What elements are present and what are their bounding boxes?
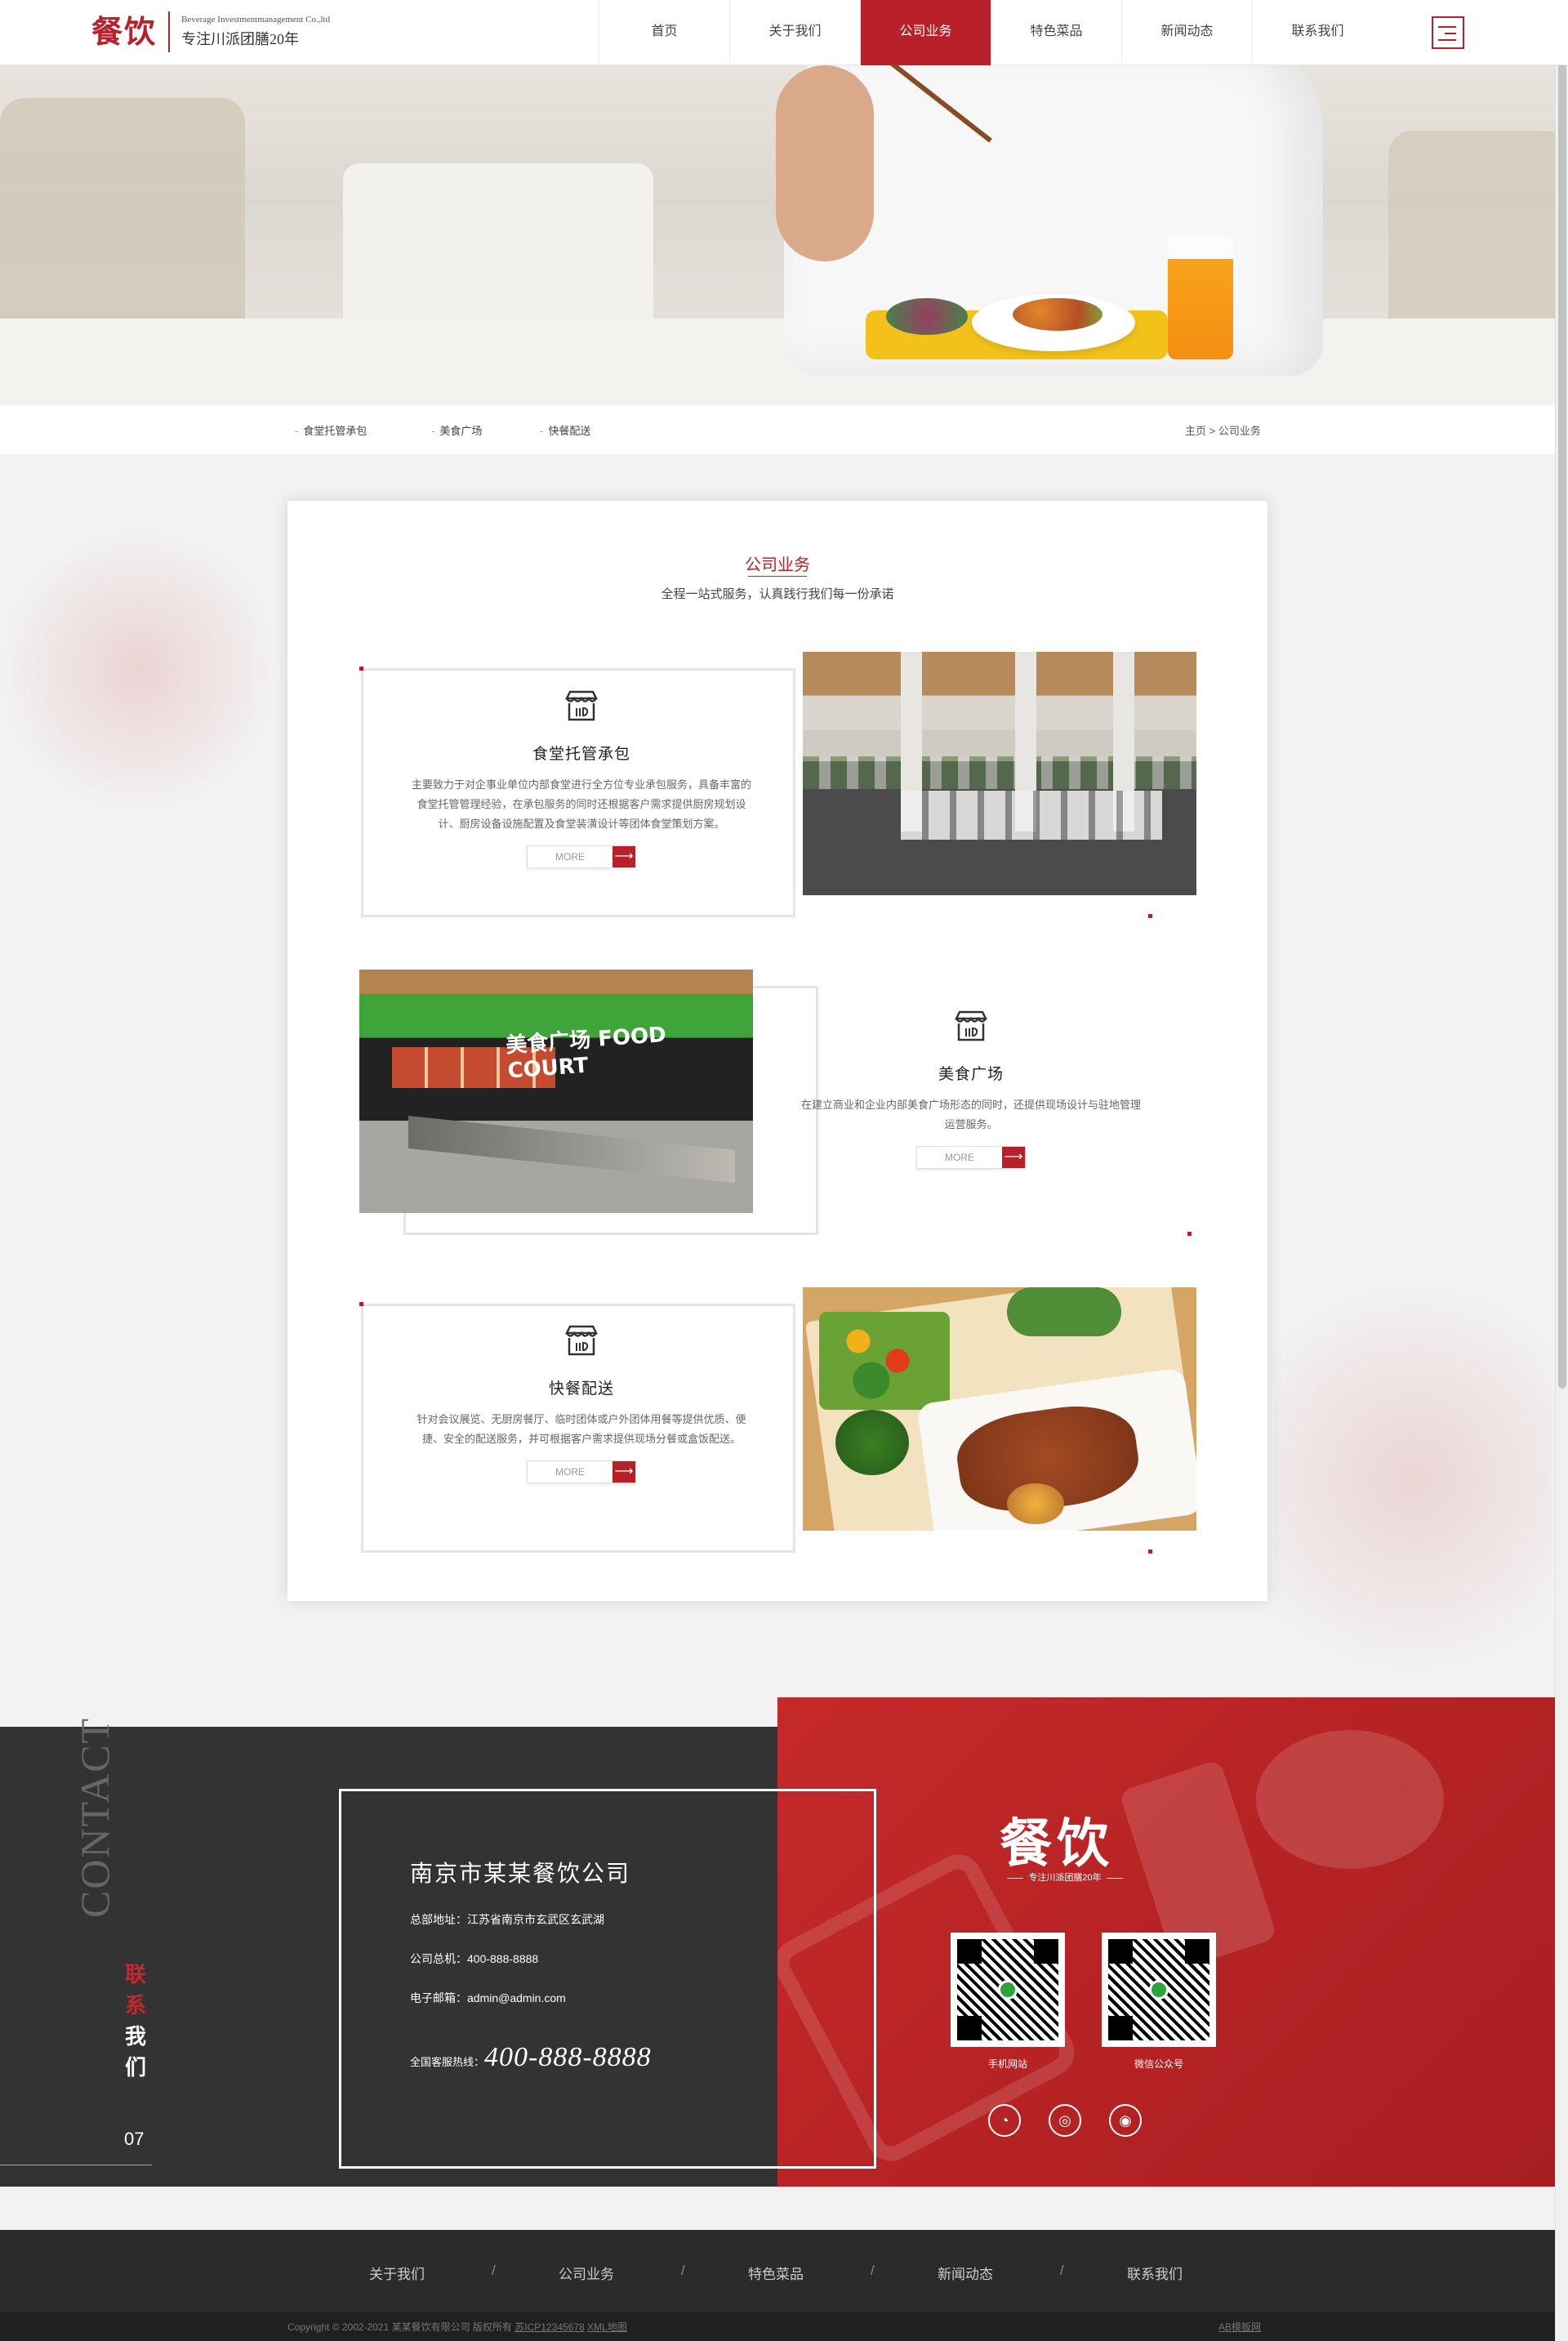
company-email[interactable]: 电子邮箱：admin@admin.com xyxy=(410,1990,566,2006)
more-label: MORE xyxy=(917,1147,1002,1168)
company-address: 总部地址：江苏省南京市玄武区玄武湖 xyxy=(410,1913,604,1926)
footer-nav: 关于我们 / 公司业务 / 特色菜品 / 新闻动态 / 联系我们 xyxy=(0,2230,1555,2312)
section-title: 公司业务 xyxy=(745,556,810,574)
template-credit-link[interactable]: AB模板网 xyxy=(1218,2320,1261,2334)
hamburger-icon[interactable] xyxy=(1432,16,1464,49)
footer-separator: / xyxy=(871,2263,875,2278)
hotline: 全国客服热线： 400-888-8888 xyxy=(410,2042,652,2073)
sub-nav: 食堂托管承包 美食广场 快餐配送 主页 > 公司业务 xyxy=(0,405,1555,454)
service-photo-delivery xyxy=(803,1287,1196,1531)
wechat-icon xyxy=(1149,1980,1169,2000)
nav-item-dishes[interactable]: 特色菜品 xyxy=(991,0,1121,65)
page-scrollbar[interactable] xyxy=(1555,0,1568,2341)
service-title: 美食广场 xyxy=(938,1066,1004,1083)
market-stall-icon xyxy=(564,1325,599,1356)
nav-item-news[interactable]: 新闻动态 xyxy=(1121,0,1252,65)
service-foodcourt: 美食广场 在建立商业和企业内部美食广场形态的同时，还提供现场设计与驻地管理运营服… xyxy=(800,1007,1143,1169)
service-canteen: 食堂托管承包 主要致力于对企事业单位内部食堂进行全方位专业承包服务，具备丰富的食… xyxy=(410,687,753,868)
qr-label-mobile: 手机网站 xyxy=(987,2058,1027,2070)
footer-separator: / xyxy=(492,2263,496,2278)
market-stall-icon xyxy=(954,1010,988,1041)
market-stall-icon xyxy=(564,690,599,721)
photo-sign: 美食广场 FOOD COURT xyxy=(505,1022,667,1084)
wechat-icon[interactable]: ◎ xyxy=(1049,2104,1081,2137)
footer-link-business[interactable]: 公司业务 xyxy=(559,2263,614,2283)
service-title: 食堂托管承包 xyxy=(532,746,630,763)
nav-item-business[interactable]: 公司业务 xyxy=(860,0,991,65)
more-button[interactable]: MORE ⟶ xyxy=(527,1460,636,1483)
service-desc: 针对会议展览、无厨房餐厅、临时团体或户外团体用餐等提供优质、便捷、安全的配送服务… xyxy=(416,1413,746,1445)
section-subtitle: 全程一站式服务，认真践行我们每一份承诺 xyxy=(661,587,894,601)
qr-code-mobile xyxy=(951,1933,1065,2047)
nav-item-contact[interactable]: 联系我们 xyxy=(1252,0,1383,65)
wechat-icon xyxy=(998,1980,1018,2000)
contact-vertical-label: CONTACT xyxy=(72,1716,118,1918)
contact-cn-char: 联 xyxy=(124,1962,146,1987)
footer-link-news[interactable]: 新闻动态 xyxy=(938,2263,993,2283)
brand-tagline: 专注川派团膳20年 xyxy=(1001,1871,1129,1884)
contact-cn-char: 我 xyxy=(124,2024,146,2049)
hotline-number[interactable]: 400-888-8888 xyxy=(484,2042,652,2073)
contact-cn-char: 系 xyxy=(124,1993,146,2018)
site-logo[interactable]: 餐饮 Beverage Investmentmanagement Co.,ltd… xyxy=(91,11,330,52)
contact-cn-label: 联 系 我 们 xyxy=(122,1959,149,2083)
brand-logo: 餐饮 xyxy=(1000,1813,1114,1875)
hero-banner xyxy=(0,65,1555,405)
footer-link-dishes[interactable]: 特色菜品 xyxy=(748,2263,804,2283)
arrow-right-icon: ⟶ xyxy=(612,846,635,867)
service-photo-canteen xyxy=(803,652,1196,895)
service-photo-foodcourt: 美食广场 FOOD COURT xyxy=(359,970,753,1213)
main-nav: 首页 关于我们 公司业务 特色菜品 新闻动态 联系我们 xyxy=(599,0,1383,65)
more-label: MORE xyxy=(528,846,612,867)
nav-item-home[interactable]: 首页 xyxy=(599,0,729,65)
arrow-right-icon: ⟶ xyxy=(1002,1147,1025,1168)
icp-link[interactable]: 苏ICP12345678 xyxy=(514,2321,584,2333)
nav-item-about[interactable]: 关于我们 xyxy=(729,0,860,65)
more-label: MORE xyxy=(528,1461,612,1483)
logo-english: Beverage Investmentmanagement Co.,ltd xyxy=(181,15,331,25)
hotline-label: 全国客服热线： xyxy=(410,2056,485,2068)
weibo-icon[interactable]: ◉ xyxy=(1109,2104,1142,2137)
subnav-item-canteen[interactable]: 食堂托管承包 xyxy=(295,422,367,438)
footer-separator: / xyxy=(681,2263,685,2278)
sitemap-link[interactable]: XML地图 xyxy=(587,2321,627,2333)
logo-slogan: 专注川派团膳20年 xyxy=(181,31,300,47)
footer-separator: / xyxy=(1060,2263,1064,2278)
breadcrumb[interactable]: 主页 > 公司业务 xyxy=(1185,422,1261,438)
footer-link-contact[interactable]: 联系我们 xyxy=(1127,2263,1183,2283)
business-card: 公司业务 全程一站式服务，认真践行我们每一份承诺 食堂托管承包 主要致力于对企事… xyxy=(287,501,1267,1601)
qr-code-wechat xyxy=(1102,1933,1216,2047)
more-button[interactable]: MORE ⟶ xyxy=(916,1146,1026,1169)
subnav-item-delivery[interactable]: 快餐配送 xyxy=(540,422,590,438)
footer-link-about[interactable]: 关于我们 xyxy=(369,2263,425,2283)
company-name: 南京市某某餐饮公司 xyxy=(410,1862,631,1887)
section-number: 07 xyxy=(124,2129,145,2149)
qr-label-wechat: 微信公众号 xyxy=(1134,2058,1183,2070)
copyright-text: Copyright © 2002-2021 某某餐饮有限公司 版权所有 xyxy=(287,2321,512,2333)
service-desc: 主要致力于对企事业单位内部食堂进行全方位专业承包服务，具备丰富的食堂托管管理经验… xyxy=(411,778,751,830)
footer-bottom: Copyright © 2002-2021 某某餐饮有限公司 版权所有 苏ICP… xyxy=(0,2312,1555,2341)
arrow-right-icon: ⟶ xyxy=(612,1461,635,1483)
contact-cn-char: 们 xyxy=(124,2055,146,2080)
subnav-item-foodcourt[interactable]: 美食广场 xyxy=(431,422,482,438)
logo-text: Beverage Investmentmanagement Co.,ltd 专注… xyxy=(170,15,330,49)
logo-mark: 餐饮 xyxy=(91,11,171,52)
more-button[interactable]: MORE ⟶ xyxy=(527,845,636,868)
copyright: Copyright © 2002-2021 某某餐饮有限公司 版权所有 苏ICP… xyxy=(287,2320,627,2334)
scrollbar-thumb[interactable] xyxy=(1558,0,1566,1389)
service-title: 快餐配送 xyxy=(548,1380,614,1398)
qq-icon[interactable]: ◔ xyxy=(988,2104,1021,2137)
service-delivery: 快餐配送 针对会议展览、无厨房餐厅、临时团体或户外团体用餐等提供优质、便捷、安全… xyxy=(410,1322,753,1483)
site-header: 餐饮 Beverage Investmentmanagement Co.,ltd… xyxy=(0,0,1568,65)
company-phone: 公司总机：400-888-8888 xyxy=(410,1952,539,1965)
service-desc: 在建立商业和企业内部美食广场形态的同时，还提供现场设计与驻地管理运营服务。 xyxy=(800,1099,1141,1130)
contact-info-box xyxy=(339,1789,876,2169)
